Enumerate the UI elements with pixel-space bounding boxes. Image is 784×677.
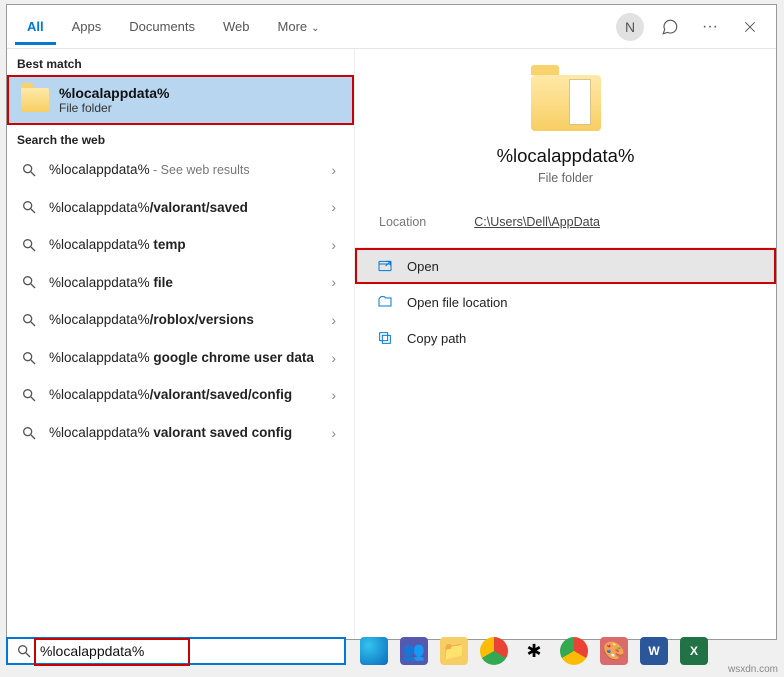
web-result-item[interactable]: %localappdata% - See web results › (7, 151, 354, 189)
action-copy-path[interactable]: Copy path (355, 320, 776, 356)
web-result-text: %localappdata%/roblox/versions (49, 311, 315, 329)
search-box[interactable] (6, 637, 346, 665)
tab-all[interactable]: All (15, 9, 56, 45)
search-panel: All Apps Documents Web More⌄ N ··· Best … (6, 4, 777, 640)
web-result-text: %localappdata%/valorant/saved (49, 199, 315, 217)
web-result-text: %localappdata% google chrome user data (49, 349, 315, 367)
location-label: Location (379, 215, 426, 229)
search-icon (21, 237, 37, 253)
web-result-text: %localappdata% file (49, 274, 315, 292)
tab-documents[interactable]: Documents (117, 9, 207, 45)
chrome-icon[interactable] (480, 637, 508, 665)
action-open[interactable]: Open (355, 248, 776, 284)
slack-icon[interactable]: ✱ (520, 637, 548, 665)
copy-icon (377, 330, 393, 346)
folder-open-icon (377, 294, 393, 310)
best-match-heading: Best match (7, 49, 354, 75)
location-link[interactable]: C:\Users\Dell\AppData (474, 215, 600, 229)
preview-title: %localappdata% (375, 145, 756, 167)
chevron-right-icon[interactable]: › (327, 425, 340, 441)
excel-icon[interactable]: X (680, 637, 708, 665)
search-icon (21, 387, 37, 403)
action-label: Open (407, 259, 439, 274)
tab-bar: All Apps Documents Web More⌄ N ··· (7, 5, 776, 49)
watermark: wsxdn.com (728, 664, 778, 675)
web-result-text: %localappdata% valorant saved config (49, 424, 315, 442)
web-result-item[interactable]: %localappdata% temp › (7, 226, 354, 264)
search-icon (21, 274, 37, 290)
word-icon[interactable]: W (640, 637, 668, 665)
chevron-right-icon[interactable]: › (327, 312, 340, 328)
tab-apps[interactable]: Apps (60, 9, 114, 45)
preview-meta: Location C:\Users\Dell\AppData (355, 203, 776, 248)
preview-subtitle: File folder (375, 171, 756, 185)
chevron-down-icon: ⌄ (311, 23, 319, 34)
app-icon[interactable]: 🎨 (600, 637, 628, 665)
chevron-right-icon[interactable]: › (327, 350, 340, 366)
web-result-item[interactable]: %localappdata% valorant saved config › (7, 414, 354, 452)
web-result-text: %localappdata%/valorant/saved/config (49, 386, 315, 404)
web-result-text: %localappdata% - See web results (49, 161, 315, 179)
tab-web[interactable]: Web (211, 9, 262, 45)
web-result-item[interactable]: %localappdata% google chrome user data › (7, 339, 354, 377)
action-label: Open file location (407, 295, 507, 310)
search-icon (21, 312, 37, 328)
open-icon (377, 258, 393, 274)
best-match-item[interactable]: %localappdata% File folder (7, 75, 354, 125)
folder-icon (531, 75, 601, 131)
web-results-list: %localappdata% - See web results › %loca… (7, 151, 354, 639)
chevron-right-icon[interactable]: › (327, 162, 340, 178)
preview-pane: %localappdata% File folder Location C:\U… (355, 49, 776, 639)
user-avatar[interactable]: N (612, 9, 648, 45)
feedback-icon[interactable] (652, 9, 688, 45)
search-icon (21, 425, 37, 441)
results-pane: Best match %localappdata% File folder Se… (7, 49, 355, 639)
explorer-icon[interactable]: 📁 (440, 637, 468, 665)
chevron-right-icon[interactable]: › (327, 199, 340, 215)
search-icon (21, 350, 37, 366)
taskbar: 👥 📁 ✱ 🎨 W X (350, 631, 778, 671)
web-result-text: %localappdata% temp (49, 236, 315, 254)
search-input[interactable] (40, 643, 336, 659)
best-match-subtitle: File folder (59, 101, 169, 115)
web-result-item[interactable]: %localappdata%/valorant/saved/config › (7, 376, 354, 414)
close-icon[interactable] (732, 9, 768, 45)
action-label: Copy path (407, 331, 466, 346)
web-result-item[interactable]: %localappdata%/valorant/saved › (7, 189, 354, 227)
search-icon (21, 162, 37, 178)
web-result-item[interactable]: %localappdata% file › (7, 264, 354, 302)
more-icon[interactable]: ··· (692, 9, 728, 45)
chevron-right-icon[interactable]: › (327, 237, 340, 253)
tab-more[interactable]: More⌄ (266, 9, 332, 45)
folder-icon (21, 88, 49, 112)
chrome-canary-icon[interactable] (560, 637, 588, 665)
chevron-right-icon[interactable]: › (327, 387, 340, 403)
teams-icon[interactable]: 👥 (400, 637, 428, 665)
search-web-heading: Search the web (7, 125, 354, 151)
action-open-location[interactable]: Open file location (355, 284, 776, 320)
web-result-item[interactable]: %localappdata%/roblox/versions › (7, 301, 354, 339)
edge-icon[interactable] (360, 637, 388, 665)
chevron-right-icon[interactable]: › (327, 274, 340, 290)
search-icon (16, 643, 32, 659)
best-match-title: %localappdata% (59, 85, 169, 101)
search-icon (21, 199, 37, 215)
